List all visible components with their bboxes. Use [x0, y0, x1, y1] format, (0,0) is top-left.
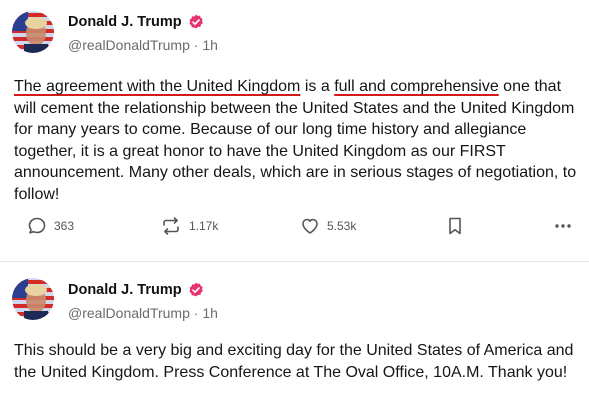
more-options-button[interactable] [553, 216, 573, 236]
author-handle[interactable]: @realDonaldTrump [68, 305, 190, 321]
author-name[interactable]: Donald J. Trump [68, 14, 182, 30]
repost-icon [163, 217, 179, 235]
avatar[interactable] [12, 11, 54, 53]
bookmark-icon [449, 217, 461, 235]
reply-button[interactable]: 363 [27, 216, 74, 236]
repost-count: 1.17k [189, 219, 219, 233]
reply-icon [28, 217, 46, 234]
repost-button[interactable]: 1.17k [160, 216, 218, 236]
post[interactable]: Donald J. Trump @realDonaldTrump · 1h Th… [0, 263, 589, 409]
post-text: This should be a very big and exciting d… [14, 342, 574, 381]
author-handle[interactable]: @realDonaldTrump [68, 37, 190, 53]
post-author: Donald J. Trump @realDonaldTrump · 1h [68, 13, 218, 53]
avatar[interactable] [12, 278, 54, 320]
verified-badge-icon [188, 14, 203, 29]
post-time[interactable]: 1h [202, 37, 218, 53]
author-name[interactable]: Donald J. Trump [68, 282, 182, 298]
separator-dot: · [193, 37, 199, 53]
avatar-image [12, 11, 54, 53]
like-button[interactable]: 5.53k [300, 216, 356, 236]
heart-icon [302, 218, 318, 234]
text-segment: one that will cement the relationship be… [14, 78, 577, 203]
post-time[interactable]: 1h [202, 305, 218, 321]
like-count: 5.53k [327, 219, 357, 233]
post-author: Donald J. Trump @realDonaldTrump · 1h [68, 281, 218, 321]
highlighted-phrase: The agreement with the United Kingdom [14, 78, 301, 95]
post-text: The agreement with the United Kingdom is… [14, 76, 582, 205]
post-actions: 363 1.17k 5.53k [0, 216, 589, 240]
text-segment: is a [300, 78, 335, 95]
bookmark-button[interactable] [446, 216, 464, 236]
separator-dot: · [193, 305, 199, 321]
avatar-image [12, 278, 54, 320]
highlighted-phrase: full and comprehensive [334, 78, 499, 95]
reply-count: 363 [54, 219, 75, 233]
more-icon [555, 224, 571, 228]
verified-badge-icon [188, 282, 203, 297]
post[interactable]: Donald J. Trump @realDonaldTrump · 1h Th… [0, 0, 589, 262]
